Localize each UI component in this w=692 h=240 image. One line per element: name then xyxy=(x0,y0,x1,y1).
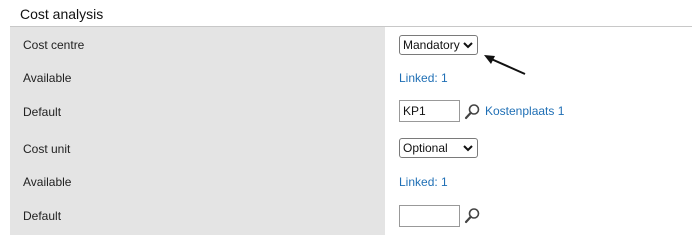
default-label: Default xyxy=(23,105,62,119)
cost-unit-label: Cost unit xyxy=(23,142,71,156)
cost-centre-select-value: Mandatory xyxy=(403,38,460,52)
section-title: Cost analysis xyxy=(20,6,104,22)
magnifier-icon[interactable] xyxy=(464,207,481,224)
default-label: Default xyxy=(23,209,62,223)
cost-centre-select[interactable]: Mandatory xyxy=(399,35,478,55)
chevron-down-icon xyxy=(463,145,473,152)
arrow-icon xyxy=(484,55,526,75)
cost-centre-default-input[interactable]: KP1 xyxy=(399,100,460,122)
cost-unit-default-input[interactable] xyxy=(399,205,460,227)
linked-link[interactable]: Linked: 1 xyxy=(399,175,448,189)
cost-unit-select[interactable]: Optional xyxy=(399,138,478,158)
available-label: Available xyxy=(23,175,72,189)
kostenplaats-link[interactable]: Kostenplaats 1 xyxy=(485,104,564,118)
linked-link[interactable]: Linked: 1 xyxy=(399,71,448,85)
magnifier-icon[interactable] xyxy=(464,103,481,120)
chevron-down-icon xyxy=(463,42,473,49)
cost-centre-label: Cost centre xyxy=(23,38,85,52)
label-column xyxy=(10,27,385,235)
available-label: Available xyxy=(23,71,72,85)
cost-unit-select-value: Optional xyxy=(403,141,448,155)
